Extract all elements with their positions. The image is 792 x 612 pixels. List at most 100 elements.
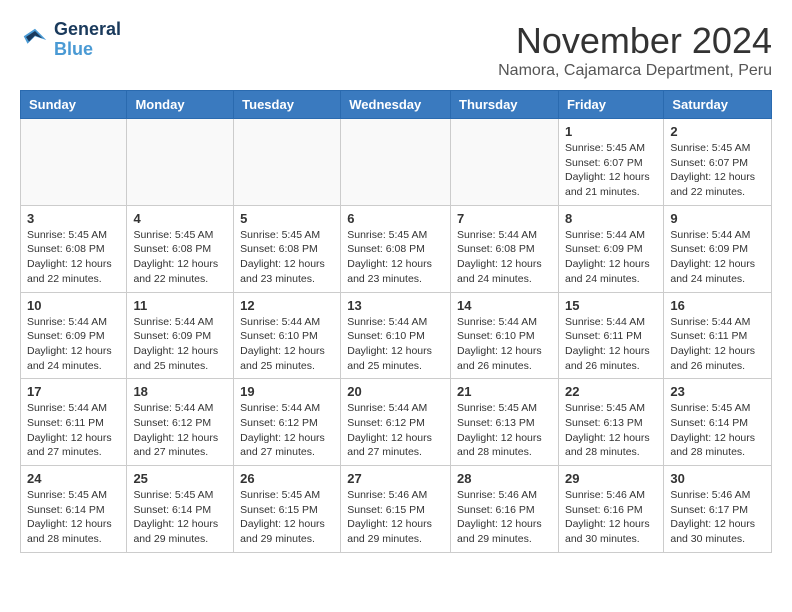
- day-number: 19: [240, 384, 334, 399]
- day-number: 26: [240, 471, 334, 486]
- calendar-cell: 25 Sunrise: 5:45 AM Sunset: 6:14 PM Dayli…: [127, 466, 234, 553]
- calendar-cell: 14 Sunrise: 5:44 AM Sunset: 6:10 PM Dayli…: [451, 292, 559, 379]
- calendar-cell: 20 Sunrise: 5:44 AM Sunset: 6:12 PM Dayli…: [341, 379, 451, 466]
- weekday-header: Friday: [558, 91, 663, 119]
- day-info: Sunrise: 5:45 AM Sunset: 6:07 PM Dayligh…: [565, 141, 657, 200]
- day-number: 12: [240, 298, 334, 313]
- day-info: Sunrise: 5:45 AM Sunset: 6:08 PM Dayligh…: [240, 228, 334, 287]
- day-info: Sunrise: 5:45 AM Sunset: 6:14 PM Dayligh…: [133, 488, 227, 547]
- weekday-header: Saturday: [664, 91, 772, 119]
- day-info: Sunrise: 5:45 AM Sunset: 6:14 PM Dayligh…: [27, 488, 120, 547]
- calendar-cell: 9 Sunrise: 5:44 AM Sunset: 6:09 PM Daylig…: [664, 205, 772, 292]
- calendar-cell: 1 Sunrise: 5:45 AM Sunset: 6:07 PM Daylig…: [558, 119, 663, 206]
- weekday-header: Thursday: [451, 91, 559, 119]
- calendar-header-row: SundayMondayTuesdayWednesdayThursdayFrid…: [21, 91, 772, 119]
- day-info: Sunrise: 5:44 AM Sunset: 6:09 PM Dayligh…: [565, 228, 657, 287]
- day-number: 21: [457, 384, 552, 399]
- day-info: Sunrise: 5:45 AM Sunset: 6:08 PM Dayligh…: [347, 228, 444, 287]
- day-info: Sunrise: 5:44 AM Sunset: 6:12 PM Dayligh…: [347, 401, 444, 460]
- day-number: 3: [27, 211, 120, 226]
- title-section: November 2024 Namora, Cajamarca Departme…: [498, 20, 772, 80]
- day-info: Sunrise: 5:46 AM Sunset: 6:16 PM Dayligh…: [565, 488, 657, 547]
- day-number: 16: [670, 298, 765, 313]
- calendar-cell: 19 Sunrise: 5:44 AM Sunset: 6:12 PM Dayli…: [234, 379, 341, 466]
- calendar-cell: 13Sunrise: 5:44 AM Sunset: 6:10 PM Dayli…: [341, 292, 451, 379]
- day-number: 7: [457, 211, 552, 226]
- day-info: Sunrise: 5:45 AM Sunset: 6:07 PM Dayligh…: [670, 141, 765, 200]
- day-info: Sunrise: 5:44 AM Sunset: 6:11 PM Dayligh…: [27, 401, 120, 460]
- calendar-week-row: 1 Sunrise: 5:45 AM Sunset: 6:07 PM Daylig…: [21, 119, 772, 206]
- day-info: Sunrise: 5:46 AM Sunset: 6:16 PM Dayligh…: [457, 488, 552, 547]
- calendar-week-row: 17Sunrise: 5:44 AM Sunset: 6:11 PM Dayli…: [21, 379, 772, 466]
- day-info: Sunrise: 5:45 AM Sunset: 6:14 PM Dayligh…: [670, 401, 765, 460]
- day-number: 27: [347, 471, 444, 486]
- day-number: 18: [133, 384, 227, 399]
- calendar-cell: 7 Sunrise: 5:44 AM Sunset: 6:08 PM Daylig…: [451, 205, 559, 292]
- logo-icon: [20, 25, 50, 55]
- calendar-cell: 3 Sunrise: 5:45 AM Sunset: 6:08 PM Daylig…: [21, 205, 127, 292]
- day-number: 23: [670, 384, 765, 399]
- calendar-cell: [234, 119, 341, 206]
- day-info: Sunrise: 5:46 AM Sunset: 6:17 PM Dayligh…: [670, 488, 765, 547]
- day-number: 8: [565, 211, 657, 226]
- calendar-cell: 12 Sunrise: 5:44 AM Sunset: 6:10 PM Dayli…: [234, 292, 341, 379]
- calendar-cell: 22 Sunrise: 5:45 AM Sunset: 6:13 PM Dayli…: [558, 379, 663, 466]
- calendar-cell: 15Sunrise: 5:44 AM Sunset: 6:11 PM Dayli…: [558, 292, 663, 379]
- day-info: Sunrise: 5:45 AM Sunset: 6:13 PM Dayligh…: [457, 401, 552, 460]
- calendar-cell: 29 Sunrise: 5:46 AM Sunset: 6:16 PM Dayli…: [558, 466, 663, 553]
- day-info: Sunrise: 5:45 AM Sunset: 6:13 PM Dayligh…: [565, 401, 657, 460]
- calendar-cell: [451, 119, 559, 206]
- calendar-cell: 5 Sunrise: 5:45 AM Sunset: 6:08 PM Daylig…: [234, 205, 341, 292]
- weekday-header: Sunday: [21, 91, 127, 119]
- day-number: 2: [670, 124, 765, 139]
- calendar-cell: 8 Sunrise: 5:44 AM Sunset: 6:09 PM Daylig…: [558, 205, 663, 292]
- weekday-header: Wednesday: [341, 91, 451, 119]
- calendar-cell: 10Sunrise: 5:44 AM Sunset: 6:09 PM Dayli…: [21, 292, 127, 379]
- day-number: 28: [457, 471, 552, 486]
- day-info: Sunrise: 5:44 AM Sunset: 6:09 PM Dayligh…: [133, 315, 227, 374]
- day-number: 9: [670, 211, 765, 226]
- calendar-cell: 23 Sunrise: 5:45 AM Sunset: 6:14 PM Dayli…: [664, 379, 772, 466]
- day-info: Sunrise: 5:44 AM Sunset: 6:09 PM Dayligh…: [670, 228, 765, 287]
- day-number: 5: [240, 211, 334, 226]
- day-info: Sunrise: 5:44 AM Sunset: 6:08 PM Dayligh…: [457, 228, 552, 287]
- day-info: Sunrise: 5:45 AM Sunset: 6:08 PM Dayligh…: [27, 228, 120, 287]
- day-number: 22: [565, 384, 657, 399]
- day-number: 13: [347, 298, 444, 313]
- calendar-cell: [341, 119, 451, 206]
- day-number: 6: [347, 211, 444, 226]
- day-number: 20: [347, 384, 444, 399]
- month-title: November 2024: [498, 20, 772, 62]
- day-number: 25: [133, 471, 227, 486]
- calendar-cell: 24 Sunrise: 5:45 AM Sunset: 6:14 PM Dayli…: [21, 466, 127, 553]
- day-number: 1: [565, 124, 657, 139]
- day-info: Sunrise: 5:45 AM Sunset: 6:15 PM Dayligh…: [240, 488, 334, 547]
- header: General Blue November 2024 Namora, Cajam…: [20, 20, 772, 80]
- calendar-cell: [21, 119, 127, 206]
- calendar: SundayMondayTuesdayWednesdayThursdayFrid…: [20, 90, 772, 553]
- day-number: 10: [27, 298, 120, 313]
- day-info: Sunrise: 5:44 AM Sunset: 6:11 PM Dayligh…: [670, 315, 765, 374]
- calendar-cell: 21 Sunrise: 5:45 AM Sunset: 6:13 PM Dayli…: [451, 379, 559, 466]
- day-info: Sunrise: 5:44 AM Sunset: 6:12 PM Dayligh…: [133, 401, 227, 460]
- day-number: 24: [27, 471, 120, 486]
- calendar-cell: 26 Sunrise: 5:45 AM Sunset: 6:15 PM Dayli…: [234, 466, 341, 553]
- day-number: 14: [457, 298, 552, 313]
- calendar-cell: 17Sunrise: 5:44 AM Sunset: 6:11 PM Dayli…: [21, 379, 127, 466]
- calendar-cell: 11Sunrise: 5:44 AM Sunset: 6:09 PM Dayli…: [127, 292, 234, 379]
- calendar-week-row: 10 Sunrise: 5:44 AM Sunset: 6:09 PM Dayli…: [21, 292, 772, 379]
- day-info: Sunrise: 5:44 AM Sunset: 6:12 PM Dayligh…: [240, 401, 334, 460]
- day-info: Sunrise: 5:44 AM Sunset: 6:10 PM Dayligh…: [457, 315, 552, 374]
- day-number: 30: [670, 471, 765, 486]
- weekday-header: Monday: [127, 91, 234, 119]
- calendar-cell: 28 Sunrise: 5:46 AM Sunset: 6:16 PM Dayli…: [451, 466, 559, 553]
- calendar-cell: 18 Sunrise: 5:44 AM Sunset: 6:12 PM Dayli…: [127, 379, 234, 466]
- day-info: Sunrise: 5:44 AM Sunset: 6:11 PM Dayligh…: [565, 315, 657, 374]
- calendar-cell: 6 Sunrise: 5:45 AM Sunset: 6:08 PM Daylig…: [341, 205, 451, 292]
- day-info: Sunrise: 5:44 AM Sunset: 6:10 PM Dayligh…: [240, 315, 334, 374]
- calendar-cell: 30 Sunrise: 5:46 AM Sunset: 6:17 PM Dayli…: [664, 466, 772, 553]
- weekday-header: Tuesday: [234, 91, 341, 119]
- calendar-week-row: 24 Sunrise: 5:45 AM Sunset: 6:14 PM Dayli…: [21, 466, 772, 553]
- calendar-cell: 27Sunrise: 5:46 AM Sunset: 6:15 PM Dayli…: [341, 466, 451, 553]
- day-number: 29: [565, 471, 657, 486]
